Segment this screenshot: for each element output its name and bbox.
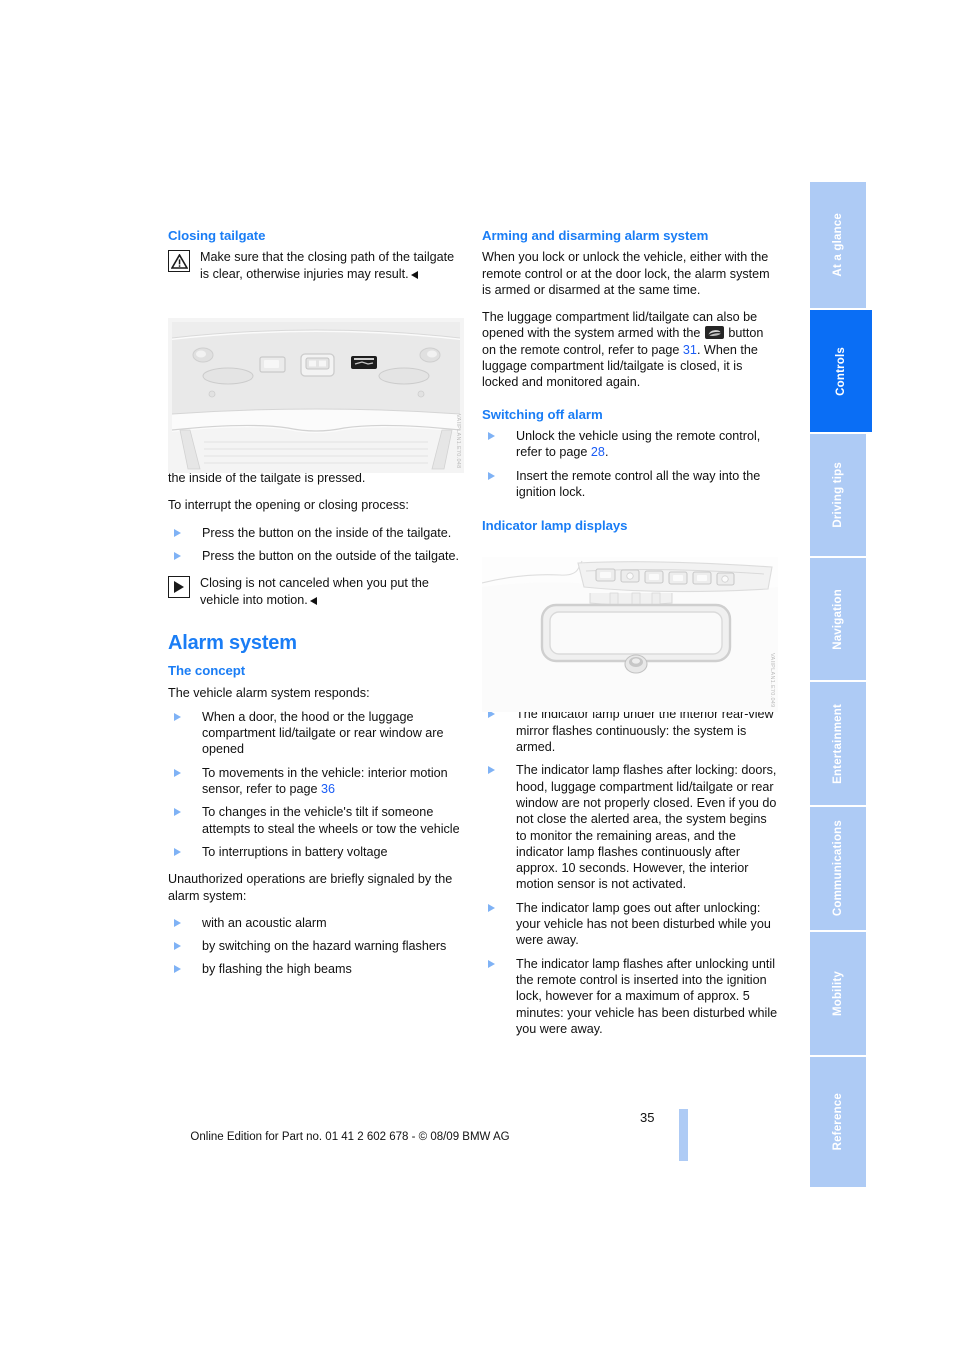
sidebar-tab-controls[interactable]: Controls: [810, 310, 872, 432]
heading-closing-tailgate: Closing tailgate: [168, 228, 266, 243]
list-item-text: To interruptions in battery voltage: [202, 844, 388, 859]
list-item: with an acoustic alarm: [168, 915, 464, 931]
list-item: To movements in the vehicle: interior mo…: [168, 765, 464, 798]
list-item: Press the button on the inside of the ta…: [168, 525, 464, 541]
sidebar-tab-at-a-glance[interactable]: At a glance: [810, 182, 866, 308]
list-item: To interruptions in battery voltage: [168, 844, 464, 860]
paragraph-interrupt-intro: To interrupt the opening or closing proc…: [168, 498, 409, 513]
list-item: Press the button on the outside of the t…: [168, 548, 464, 564]
indicator-lamp-list: The indicator lamp under the interior re…: [482, 706, 778, 1037]
list-item-text: Unlock the vehicle using the remote cont…: [516, 428, 761, 460]
sidebar-tab-navigation[interactable]: Navigation: [810, 558, 866, 680]
list-item: Unlock the vehicle using the remote cont…: [482, 428, 778, 461]
sidebar-tab-label: Driving tips: [832, 462, 844, 528]
warning-note: Make sure that the closing path of the t…: [168, 249, 464, 282]
bullet-triangle-icon: [488, 471, 495, 480]
bullet-triangle-icon: [488, 903, 495, 912]
list-item-suffix: .: [604, 445, 609, 460]
list-item-text: Insert the remote control all the way in…: [516, 468, 761, 499]
footer-copyright: Online Edition for Part no. 01 41 2 602 …: [190, 1131, 510, 1143]
list-item-text: by flashing the high beams: [202, 962, 352, 977]
play-triangle-glyph: [174, 581, 184, 594]
list-item: To changes in the vehicle's tilt if some…: [168, 804, 464, 837]
warning-triangle-glyph: [170, 253, 188, 269]
bullet-triangle-icon: [174, 847, 181, 856]
footer-accent-bar: [679, 1109, 688, 1161]
alarm-responds-list: When a door, the hood or the luggage com…: [168, 709, 464, 860]
bullet-triangle-icon: [174, 552, 181, 561]
list-item: Insert the remote control all the way in…: [482, 468, 778, 501]
bullet-triangle-icon: [174, 768, 181, 777]
note-end-marker: [410, 270, 418, 279]
list-item-text: When a door, the hood or the luggage com…: [202, 709, 444, 757]
switching-off-steps-list: Unlock the vehicle using the remote cont…: [482, 428, 778, 500]
list-item: by flashing the high beams: [168, 961, 464, 977]
mirror-illustration: [482, 557, 778, 712]
list-item: The indicator lamp flashes after unlocki…: [482, 956, 778, 1037]
section-tab-strip: At a glance Controls Driving tips Naviga…: [810, 182, 872, 1189]
sidebar-tab-label: Communications: [832, 820, 844, 917]
bullet-triangle-icon: [488, 959, 495, 968]
paragraph-lock-unlock: When you lock or unlock the vehicle, eit…: [482, 250, 770, 297]
list-item: The indicator lamp goes out after unlock…: [482, 900, 778, 949]
sidebar-tab-driving-tips[interactable]: Driving tips: [810, 434, 866, 556]
paragraph-responds: The vehicle alarm system responds:: [168, 685, 370, 700]
tailgate-illustration: [168, 318, 464, 473]
paragraph-luggage-compartment: The luggage compartment lid/tailgate can…: [482, 309, 778, 390]
warning-triangle-icon: [168, 250, 190, 273]
list-item-text: Press the button on the inside of the ta…: [202, 525, 452, 540]
bullet-triangle-icon: [174, 808, 181, 817]
info-note: Closing is not canceled when you put the…: [168, 575, 464, 608]
list-item-text: To changes in the vehicle's tilt if some…: [202, 805, 460, 836]
sidebar-tab-communications[interactable]: Communications: [810, 807, 866, 930]
page-reference-link[interactable]: 28: [591, 445, 605, 459]
figure-tailgate: VAIIPLAN1.E70.048: [168, 318, 464, 473]
heading-switching-off-alarm: Switching off alarm: [482, 406, 603, 422]
list-item: by switching on the hazard warning flash…: [168, 938, 464, 954]
paragraph-unauthorized: Unauthorized operations are briefly sign…: [168, 872, 453, 903]
sidebar-tab-reference[interactable]: Reference: [810, 1057, 866, 1187]
bullet-triangle-icon: [174, 528, 181, 537]
page-reference-link[interactable]: 31: [683, 343, 697, 357]
sidebar-tab-label: At a glance: [832, 213, 844, 277]
list-item-text: The indicator lamp flashes after unlocki…: [516, 956, 778, 1036]
list-item: When a door, the hood or the luggage com…: [168, 709, 464, 758]
alarm-signals-list: with an acoustic alarm by switching on t…: [168, 915, 464, 978]
figure-code: VAIIPLAN1.E70.049: [769, 653, 775, 708]
interrupt-steps-list: Press the button on the inside of the ta…: [168, 525, 464, 565]
heading-alarm-system: Alarm system: [168, 631, 297, 654]
trunk-release-icon: [704, 326, 724, 340]
sidebar-tab-label: Mobility: [832, 970, 844, 1017]
sidebar-tab-label: Reference: [832, 1093, 844, 1151]
note-play-icon: [168, 576, 190, 599]
manual-page: At a glance Controls Driving tips Naviga…: [0, 0, 954, 1350]
list-item-text: Press the button on the outside of the t…: [202, 549, 459, 564]
page-number: 35: [640, 1110, 655, 1125]
bullet-triangle-icon: [174, 942, 181, 951]
list-item: The indicator lamp flashes after locking…: [482, 762, 778, 892]
sidebar-tab-label: Controls: [835, 346, 847, 396]
note-end-marker: [309, 596, 317, 605]
heading-indicator-lamp-displays: Indicator lamp displays: [482, 518, 628, 534]
bullet-triangle-icon: [488, 766, 495, 775]
list-item: The indicator lamp under the interior re…: [482, 706, 778, 755]
sidebar-tab-entertainment[interactable]: Entertainment: [810, 682, 866, 805]
figure-code: VAIIPLAN1.E70.048: [455, 414, 461, 469]
list-item-text: with an acoustic alarm: [202, 915, 327, 930]
sidebar-tab-label: Entertainment: [832, 703, 844, 784]
list-item-text: The indicator lamp goes out after unlock…: [516, 900, 771, 948]
bullet-triangle-icon: [174, 918, 181, 927]
sidebar-tab-label: Navigation: [832, 588, 844, 650]
list-item-text: The indicator lamp under the interior re…: [516, 707, 774, 755]
list-item-text: The indicator lamp flashes after locking…: [516, 763, 777, 892]
bullet-triangle-icon: [488, 431, 495, 440]
heading-the-concept: The concept: [168, 663, 246, 679]
heading-arming-disarming: Arming and disarming alarm system: [482, 228, 709, 243]
bullet-triangle-icon: [174, 712, 181, 721]
bullet-triangle-icon: [174, 965, 181, 974]
figure-rear-view-mirror: VAIIPLAN1.E70.049: [482, 557, 778, 712]
list-item-text: by switching on the hazard warning flash…: [202, 939, 447, 954]
page-reference-link[interactable]: 36: [321, 782, 335, 796]
sidebar-tab-mobility[interactable]: Mobility: [810, 932, 866, 1055]
